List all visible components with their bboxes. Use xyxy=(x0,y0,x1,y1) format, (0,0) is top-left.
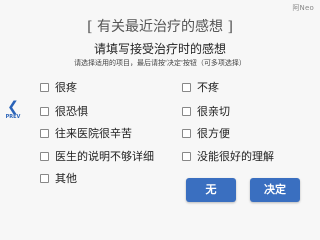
checkbox[interactable] xyxy=(40,82,49,92)
option-not-understood[interactable]: 没能很好的理解 xyxy=(182,149,274,163)
option-not-painful[interactable]: 不疼 xyxy=(182,80,219,94)
checkbox[interactable] xyxy=(40,151,49,161)
option-label: 医生的说明不够详细 xyxy=(55,150,154,163)
option-label: 很疼 xyxy=(55,81,77,94)
chevron-left-icon: ❮ xyxy=(7,99,19,115)
none-button[interactable]: 无 xyxy=(186,178,236,202)
instruction-text: 请选择适用的项目，最后请按'决定'按钮（可多项选择） xyxy=(74,59,246,67)
prev-label: PREV xyxy=(5,114,21,120)
option-label: 其他 xyxy=(55,172,77,185)
option-convenient[interactable]: 很方便 xyxy=(182,126,230,140)
option-label: 很亲切 xyxy=(197,105,230,118)
option-label: 不疼 xyxy=(197,81,219,94)
option-label: 很方便 xyxy=(197,127,230,140)
checkbox[interactable] xyxy=(40,173,49,183)
checkbox[interactable] xyxy=(40,128,49,138)
option-label: 没能很好的理解 xyxy=(197,150,274,163)
page-subtitle: 请填写接受治疗时的感想 xyxy=(93,42,226,56)
checkbox[interactable] xyxy=(182,82,191,92)
option-very-afraid[interactable]: 很恐惧 xyxy=(40,104,88,118)
decide-button[interactable]: 决定 xyxy=(250,178,300,202)
option-label: 很恐惧 xyxy=(55,105,88,118)
prev-button[interactable]: ❮ PREV xyxy=(4,100,22,126)
option-very-kind[interactable]: 很亲切 xyxy=(182,104,230,118)
checkbox[interactable] xyxy=(182,128,191,138)
option-label: 往来医院很辛苦 xyxy=(55,127,132,140)
option-hard-commute[interactable]: 往来医院很辛苦 xyxy=(40,126,132,140)
option-explanation-insufficient[interactable]: 医生的说明不够详细 xyxy=(40,149,154,163)
checkbox[interactable] xyxy=(40,106,49,116)
option-very-painful[interactable]: 很疼 xyxy=(40,80,77,94)
checkbox[interactable] xyxy=(182,106,191,116)
option-other[interactable]: 其他 xyxy=(40,171,77,185)
page-title: [ 有关最近治疗的感想 ] xyxy=(87,19,233,35)
checkbox[interactable] xyxy=(182,151,191,161)
app-logo: 阿Neo xyxy=(292,4,314,12)
